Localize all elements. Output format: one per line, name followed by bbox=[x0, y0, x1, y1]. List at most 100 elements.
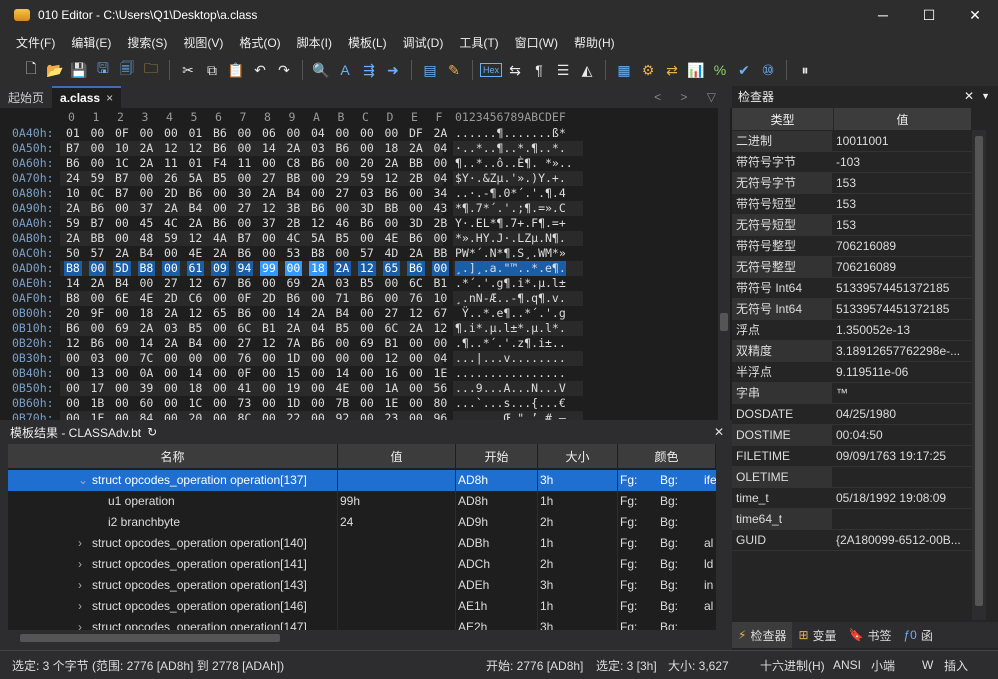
inspector-row[interactable]: 浮点 1.350052e-13 bbox=[732, 320, 972, 341]
hex-byte[interactable]: 2A bbox=[138, 321, 156, 336]
hex-byte[interactable]: 00 bbox=[89, 141, 107, 156]
inspector-row[interactable]: 二进制 10011001 bbox=[732, 131, 972, 152]
hex-byte[interactable]: 59 bbox=[89, 171, 107, 186]
ascii-text[interactable]: ...„. .Œ.".’.#.– bbox=[455, 411, 566, 420]
hex-byte[interactable]: 09 bbox=[211, 261, 229, 276]
hex-byte[interactable]: 8C bbox=[236, 411, 254, 420]
expander-icon[interactable]: ⌄ bbox=[78, 470, 92, 491]
hex-byte[interactable]: 6C bbox=[383, 321, 401, 336]
tab-a-class[interactable]: a.class × bbox=[52, 86, 122, 108]
hex-byte[interactable]: 2A bbox=[162, 336, 180, 351]
inspector-row[interactable]: 半浮点 9.119511e-06 bbox=[732, 362, 972, 383]
hex-byte[interactable]: 00 bbox=[309, 351, 327, 366]
menu-search[interactable]: 搜索(S) bbox=[119, 34, 175, 51]
hex-byte[interactable]: B6 bbox=[211, 141, 229, 156]
hex-byte[interactable]: 00 bbox=[89, 126, 107, 141]
hex-byte[interactable]: 00 bbox=[236, 141, 254, 156]
hex-byte[interactable]: 4E bbox=[383, 231, 401, 246]
hex-byte[interactable]: 50 bbox=[64, 246, 82, 261]
hex-byte[interactable]: 26 bbox=[162, 171, 180, 186]
hex-byte[interactable]: 04 bbox=[309, 321, 327, 336]
hex-byte[interactable]: B6 bbox=[236, 246, 254, 261]
hex-byte[interactable]: 2D bbox=[162, 291, 180, 306]
menu-file[interactable]: 文件(F) bbox=[8, 34, 63, 51]
ascii-text[interactable]: Y·.EL*¶.7+.F¶.=+ bbox=[455, 216, 566, 231]
hex-byte[interactable]: 1A bbox=[383, 381, 401, 396]
close-inspector-icon[interactable]: ✕ bbox=[964, 89, 974, 103]
expander-icon[interactable] bbox=[78, 512, 92, 533]
inspector-row[interactable]: 无符号 Int64 5133957445137218‌5 bbox=[732, 299, 972, 320]
hex-byte[interactable]: 00 bbox=[138, 126, 156, 141]
hex-byte[interactable]: 1D bbox=[285, 396, 303, 411]
save-all-icon[interactable]: 🗐 bbox=[116, 59, 138, 81]
hex-byte[interactable]: 03 bbox=[358, 186, 376, 201]
hex-byte[interactable]: B1 bbox=[260, 321, 278, 336]
hex-byte[interactable]: 5A bbox=[309, 231, 327, 246]
hex-byte[interactable]: 00 bbox=[211, 366, 229, 381]
hex-byte[interactable]: 14 bbox=[187, 366, 205, 381]
hex-byte[interactable]: 00 bbox=[383, 216, 401, 231]
hex-byte[interactable]: 84 bbox=[138, 411, 156, 420]
save-as-icon[interactable]: 🖫 bbox=[92, 59, 114, 81]
inspector-row[interactable]: 双精度 3.18912657762298e-... bbox=[732, 341, 972, 362]
hex-byte[interactable]: 00 bbox=[211, 291, 229, 306]
hex-byte[interactable]: 00 bbox=[431, 261, 450, 276]
copy-icon[interactable]: ⧉ bbox=[201, 59, 223, 81]
template-row[interactable]: › struct opcodes_operation operation[147]… bbox=[8, 617, 716, 630]
status-endian[interactable]: 小端 bbox=[871, 657, 895, 674]
hex-byte[interactable]: 00 bbox=[334, 351, 352, 366]
hex-byte[interactable]: 00 bbox=[284, 261, 303, 276]
hex-byte[interactable]: 00 bbox=[358, 396, 376, 411]
hex-byte[interactable]: 2A bbox=[309, 306, 327, 321]
hex-byte[interactable]: 27 bbox=[236, 201, 254, 216]
hex-byte[interactable]: B6 bbox=[407, 261, 425, 276]
hex-byte[interactable]: 0F bbox=[236, 366, 254, 381]
ascii-text[interactable]: *¶.7*´.'.;¶.=».C bbox=[455, 201, 566, 216]
hex-byte[interactable]: 67 bbox=[432, 306, 450, 321]
hex-byte[interactable]: 2A bbox=[162, 306, 180, 321]
hex-byte[interactable]: 1C bbox=[187, 396, 205, 411]
hex-byte[interactable]: 12 bbox=[64, 336, 82, 351]
hex-byte[interactable]: 20 bbox=[358, 156, 376, 171]
hex-byte[interactable]: 2A bbox=[138, 141, 156, 156]
hex-byte[interactable]: 00 bbox=[89, 321, 107, 336]
hex-byte[interactable]: B6 bbox=[211, 126, 229, 141]
hex-byte[interactable]: 00 bbox=[407, 396, 425, 411]
hex-byte[interactable]: 14 bbox=[260, 141, 278, 156]
hex-byte[interactable]: 00 bbox=[407, 366, 425, 381]
hex-byte[interactable]: 00 bbox=[358, 366, 376, 381]
hex-byte[interactable]: 00 bbox=[211, 351, 229, 366]
hex-byte[interactable]: 00 bbox=[113, 351, 131, 366]
hex-byte[interactable]: 20 bbox=[187, 411, 205, 420]
hex-byte[interactable]: 76 bbox=[236, 351, 254, 366]
hex-byte[interactable]: 00 bbox=[432, 156, 450, 171]
hex-mode-toggle[interactable]: Hex bbox=[480, 63, 503, 77]
hex-byte[interactable]: 2B bbox=[407, 171, 425, 186]
cut-icon[interactable]: ✂ bbox=[177, 59, 199, 81]
minimize-button[interactable]: ─ bbox=[860, 0, 906, 30]
hex-byte[interactable]: 0C bbox=[89, 186, 107, 201]
menu-format[interactable]: 格式(O) bbox=[231, 34, 288, 51]
hex-byte[interactable]: 00 bbox=[64, 366, 82, 381]
hex-editor[interactable]: 0 1 2 3 4 5 6 7 8 9 A B C D E F 0123456789ABCDEF 0A40h: 01… bbox=[0, 108, 732, 420]
hex-byte[interactable]: 00 bbox=[162, 261, 180, 276]
hex-byte[interactable]: 37 bbox=[260, 216, 278, 231]
hex-byte[interactable]: 27 bbox=[334, 186, 352, 201]
hex-byte[interactable]: 69 bbox=[358, 336, 376, 351]
hex-byte[interactable]: B5 bbox=[358, 276, 376, 291]
template-col-2[interactable]: 开始 bbox=[456, 444, 538, 468]
hex-byte[interactable]: 00 bbox=[113, 231, 131, 246]
hex-byte[interactable]: 00 bbox=[162, 381, 180, 396]
hex-byte[interactable]: 2D bbox=[162, 186, 180, 201]
hex-byte[interactable]: 18 bbox=[138, 306, 156, 321]
hex-byte[interactable]: 00 bbox=[358, 306, 376, 321]
hex-byte[interactable]: 00 bbox=[334, 126, 352, 141]
expander-icon[interactable]: › bbox=[78, 575, 92, 596]
hex-byte[interactable]: 53 bbox=[285, 246, 303, 261]
save-icon[interactable]: 💾 bbox=[68, 59, 90, 81]
hex-byte[interactable]: 04 bbox=[432, 141, 450, 156]
template-row[interactable]: › struct opcodes_operation operation[143]… bbox=[8, 575, 716, 596]
hex-byte[interactable]: B6 bbox=[309, 336, 327, 351]
hex-byte[interactable]: 29 bbox=[334, 171, 352, 186]
hex-byte[interactable]: 4E bbox=[334, 381, 352, 396]
